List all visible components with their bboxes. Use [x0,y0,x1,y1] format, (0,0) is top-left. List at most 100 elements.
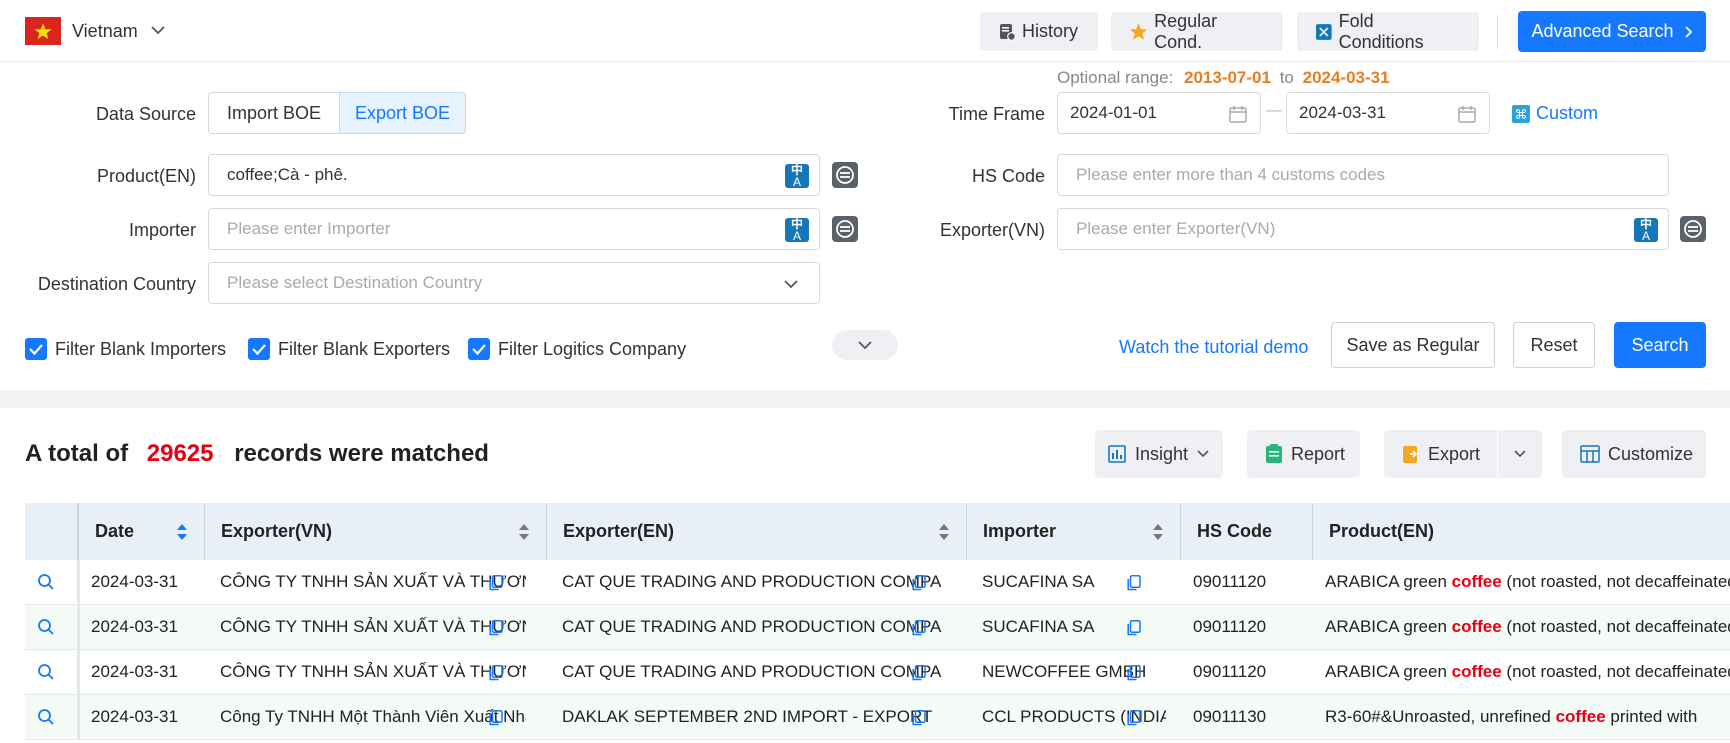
checkbox-checked-icon [25,338,47,360]
regular-conditions-button[interactable]: Regular Cond. [1111,11,1283,52]
exporter-vn-label: Exporter(VN) [939,220,1045,240]
cell-exporter-vn: CÔNG TY TNHH SẢN XUẤT VÀ THƯƠNG MẠI CÁT … [220,617,526,636]
product-text: ARABICA green [1325,662,1452,681]
history-icon [1000,23,1016,41]
export-icon [1403,446,1418,463]
chevron-down-icon [784,280,798,289]
copy-icon[interactable] [489,665,503,681]
time-frame-label: Time Frame [948,104,1045,124]
country-selector[interactable]: Vietnam [72,21,138,42]
product-label: Product(EN) [96,166,196,186]
clear-filter-icon[interactable] [832,162,858,188]
destination-country-label: Destination Country [37,274,196,294]
copy-icon[interactable] [489,575,503,591]
cell-date: 2024-03-31 [91,617,178,636]
table-row[interactable]: 2024-03-31 CÔNG TY TNHH SẢN XUẤT VÀ THƯƠN… [25,605,1730,650]
product-input[interactable]: coffee;Cà - phê. 中A [208,154,820,196]
chevron-right-icon [1684,25,1692,38]
copy-icon[interactable] [1127,620,1141,636]
filter-logistics-company-checkbox[interactable]: Filter Logitics Company [468,338,686,360]
search-button[interactable]: Search [1614,322,1706,368]
chevron-down-icon[interactable] [150,24,166,36]
expand-conditions-toggle[interactable] [832,330,898,360]
table-row[interactable]: 2024-03-31 CÔNG TY TNHH SẢN XUẤT VÀ THƯƠN… [25,560,1730,605]
cell-product: ARABICA green coffee (not roasted, not d… [1325,662,1730,682]
importer-label: Importer [128,220,196,240]
search-icon[interactable] [37,708,55,726]
table-row[interactable]: 2024-03-31 CÔNG TY TNHH SẢN XUẤT VÀ THƯƠN… [25,650,1730,695]
search-icon[interactable] [37,573,55,591]
chevron-down-icon [1514,450,1526,458]
column-header-product[interactable]: Product(EN) [1313,503,1730,560]
clear-filter-icon[interactable] [832,216,858,242]
sort-icon[interactable] [938,523,950,541]
column-header-hs-code[interactable]: HS Code [1181,503,1313,560]
svg-text:⌘: ⌘ [1515,108,1528,123]
copy-icon[interactable] [1127,575,1141,591]
cell-exporter-en: DAKLAK SEPTEMBER 2ND IMPORT - EXPORT [562,707,933,726]
copy-icon[interactable] [1127,665,1141,681]
vietnam-flag-icon[interactable] [25,17,61,45]
history-button[interactable]: History [980,12,1098,51]
report-icon [1266,444,1282,463]
keyword-highlight: coffee [1451,617,1502,636]
cell-hs-code: 09011120 [1193,662,1267,681]
export-options-dropdown[interactable] [1498,430,1542,478]
cell-hs-code: 09011120 [1193,617,1267,636]
filter-blank-exporters-checkbox[interactable]: Filter Blank Exporters [248,338,450,360]
cell-exporter-vn: CÔNG TY TNHH SẢN XUẤT VÀ THƯƠNG MẠI CÁT … [220,572,526,591]
copy-icon[interactable] [489,710,503,726]
product-text: ARABICA green [1325,572,1452,591]
product-text: R3-60#&Unroasted, unrefined [1325,707,1556,726]
import-boe-option[interactable]: Import BOE [208,92,339,134]
insight-button[interactable]: Insight [1095,430,1223,478]
fold-conditions-button[interactable]: Fold Conditions [1297,11,1479,52]
column-header-exporter-en[interactable]: Exporter(EN) [547,503,967,560]
keyword-highlight: coffee [1555,707,1606,726]
importer-input[interactable]: Please enter Importer 中A [208,208,820,250]
copy-icon[interactable] [489,620,503,636]
reset-button[interactable]: Reset [1513,322,1595,368]
fold-icon [1315,23,1332,40]
column-header-importer[interactable]: Importer [967,503,1181,560]
sort-icon[interactable] [176,523,188,541]
star-icon [1129,23,1148,40]
tutorial-link[interactable]: Watch the tutorial demo [1119,337,1308,358]
translate-icon[interactable]: 中A [785,218,809,242]
copy-icon[interactable] [912,710,926,726]
insight-icon [1108,445,1126,463]
checkbox-checked-icon [468,338,490,360]
clear-filter-icon[interactable] [1680,216,1706,242]
copy-icon[interactable] [912,575,926,591]
fixed-column-divider [77,695,80,740]
copy-icon[interactable] [912,620,926,636]
exporter-vn-input[interactable]: Please enter Exporter(VN) 中A [1057,208,1669,250]
destination-country-select[interactable]: Please select Destination Country [208,262,820,304]
custom-range-link[interactable]: ⌘ Custom [1512,103,1598,124]
copy-icon[interactable] [912,665,926,681]
checkbox-checked-icon [248,338,270,360]
column-header-date[interactable]: Date [79,503,205,560]
save-as-regular-button[interactable]: Save as Regular [1331,322,1495,368]
translate-icon[interactable]: 中A [785,164,809,188]
copy-icon[interactable] [1127,710,1141,726]
product-text: (not roasted, not decaffeinated) [1501,617,1730,636]
export-button[interactable]: Export [1384,430,1497,478]
date-from-input[interactable]: 2024-01-01 [1057,92,1261,134]
hs-code-input[interactable]: Please enter more than 4 customs codes [1057,154,1669,196]
table-row[interactable]: 2024-03-31 Công Ty TNHH Một Thành Viên Xu… [25,695,1730,740]
column-header-exporter-vn[interactable]: Exporter(VN) [205,503,547,560]
report-button[interactable]: Report [1247,430,1360,478]
filter-blank-importers-checkbox[interactable]: Filter Blank Importers [25,338,226,360]
sort-icon[interactable] [518,523,530,541]
translate-icon[interactable]: 中A [1634,218,1658,242]
cell-exporter-en: CAT QUE TRADING AND PRODUCTION COMPANY L… [562,617,942,636]
sort-icon[interactable] [1152,523,1164,541]
data-source-label: Data Source [95,104,196,124]
export-boe-option[interactable]: Export BOE [339,92,466,134]
search-icon[interactable] [37,663,55,681]
date-to-input[interactable]: 2024-03-31 [1286,92,1490,134]
search-icon[interactable] [37,618,55,636]
advanced-search-button[interactable]: Advanced Search [1518,11,1706,52]
customize-button[interactable]: Customize [1562,430,1706,478]
